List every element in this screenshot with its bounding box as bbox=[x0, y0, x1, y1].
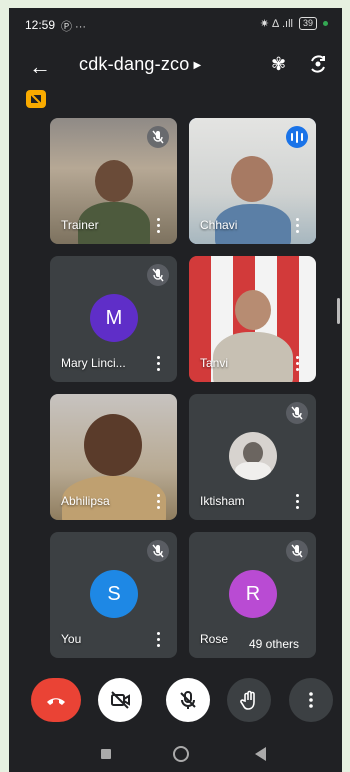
more-vert-icon bbox=[309, 692, 313, 708]
mic-off-icon bbox=[286, 402, 308, 424]
avatar: R bbox=[229, 570, 277, 618]
mic-off-icon bbox=[147, 264, 169, 286]
end-call-button[interactable] bbox=[31, 678, 81, 722]
more-vert-icon[interactable] bbox=[296, 356, 300, 372]
recording-indicator-icon bbox=[26, 90, 46, 108]
end-call-icon bbox=[47, 698, 65, 705]
mic-off-icon bbox=[180, 691, 196, 709]
more-vert-icon[interactable] bbox=[157, 632, 161, 648]
participant-name: You bbox=[61, 632, 82, 646]
scrollbar[interactable] bbox=[337, 298, 340, 324]
participant-head bbox=[95, 160, 133, 202]
participant-tile-tanvi[interactable]: Tanvi bbox=[189, 256, 316, 382]
participant-head bbox=[235, 290, 271, 330]
more-vert-icon[interactable] bbox=[296, 218, 300, 234]
raise-hand-button[interactable] bbox=[227, 678, 271, 722]
status-time: 12:59 bbox=[25, 18, 56, 32]
camera-off-button[interactable] bbox=[98, 678, 142, 722]
participant-head bbox=[84, 414, 142, 476]
switch-camera-icon[interactable] bbox=[307, 53, 329, 75]
chevron-right-icon: ▶ bbox=[193, 59, 202, 71]
more-vert-icon[interactable] bbox=[157, 356, 161, 372]
system-icons: ✷ ∆ .ıll 39 bbox=[260, 17, 328, 30]
speaking-indicator-icon bbox=[286, 126, 308, 148]
notification-icons: Ⓟ ··· bbox=[61, 21, 87, 33]
meeting-code: cdk-dang-zco bbox=[79, 54, 190, 74]
participant-tile-mary[interactable]: M Mary Linci... bbox=[50, 256, 177, 382]
meet-screen: 12:59 Ⓟ ··· ✷ ∆ .ıll 39 ← cdk-dang-zco ▶ … bbox=[9, 8, 342, 772]
mic-off-icon bbox=[147, 540, 169, 562]
bluetooth-icon[interactable]: ✾ bbox=[271, 54, 286, 75]
participant-name: Tanvi bbox=[200, 356, 229, 370]
participant-tile-trainer[interactable]: Trainer bbox=[50, 118, 177, 244]
others-count-button[interactable]: 49 others bbox=[239, 632, 309, 656]
battery-icon: 39 bbox=[298, 17, 317, 30]
meeting-header: ← cdk-dang-zco ▶ ✾ bbox=[9, 48, 342, 84]
participant-tile-chhavi[interactable]: Chhavi bbox=[189, 118, 316, 244]
participant-name: Mary Linci... bbox=[61, 356, 126, 370]
recents-icon[interactable] bbox=[101, 749, 111, 759]
raise-hand-icon bbox=[240, 690, 255, 710]
call-controls bbox=[9, 678, 342, 728]
signal-icons: ✷ ∆ .ıll bbox=[259, 18, 293, 30]
android-nav-bar bbox=[9, 738, 342, 772]
more-vert-icon[interactable] bbox=[296, 494, 300, 510]
back-icon[interactable] bbox=[255, 747, 266, 761]
home-icon[interactable] bbox=[173, 746, 189, 762]
avatar: S bbox=[90, 570, 138, 618]
participant-head bbox=[231, 156, 273, 202]
participant-name: Abhilipsa bbox=[61, 494, 110, 508]
privacy-dot-icon bbox=[323, 21, 328, 26]
participant-name: Chhavi bbox=[200, 218, 238, 232]
participant-tile-abhilipsa[interactable]: Abhilipsa bbox=[50, 394, 177, 520]
mic-off-button[interactable] bbox=[166, 678, 210, 722]
status-bar: 12:59 Ⓟ ··· ✷ ∆ .ıll 39 bbox=[9, 8, 342, 38]
more-vert-icon[interactable] bbox=[157, 494, 161, 510]
back-arrow-icon[interactable]: ← bbox=[29, 54, 51, 80]
participant-name: Rose bbox=[200, 632, 229, 646]
avatar: M bbox=[90, 294, 138, 342]
avatar bbox=[229, 432, 277, 480]
participant-name: Iktisham bbox=[200, 494, 245, 508]
camera-off-icon bbox=[111, 691, 130, 709]
more-options-button[interactable] bbox=[289, 678, 333, 722]
mic-off-icon bbox=[147, 126, 169, 148]
participant-tile-iktisham[interactable]: Iktisham bbox=[189, 394, 316, 520]
meeting-code-button[interactable]: cdk-dang-zco ▶ bbox=[79, 54, 201, 75]
participant-name: Trainer bbox=[61, 218, 99, 232]
mic-off-icon bbox=[286, 540, 308, 562]
more-vert-icon[interactable] bbox=[157, 218, 161, 234]
participant-tile-you[interactable]: S You bbox=[50, 532, 177, 658]
